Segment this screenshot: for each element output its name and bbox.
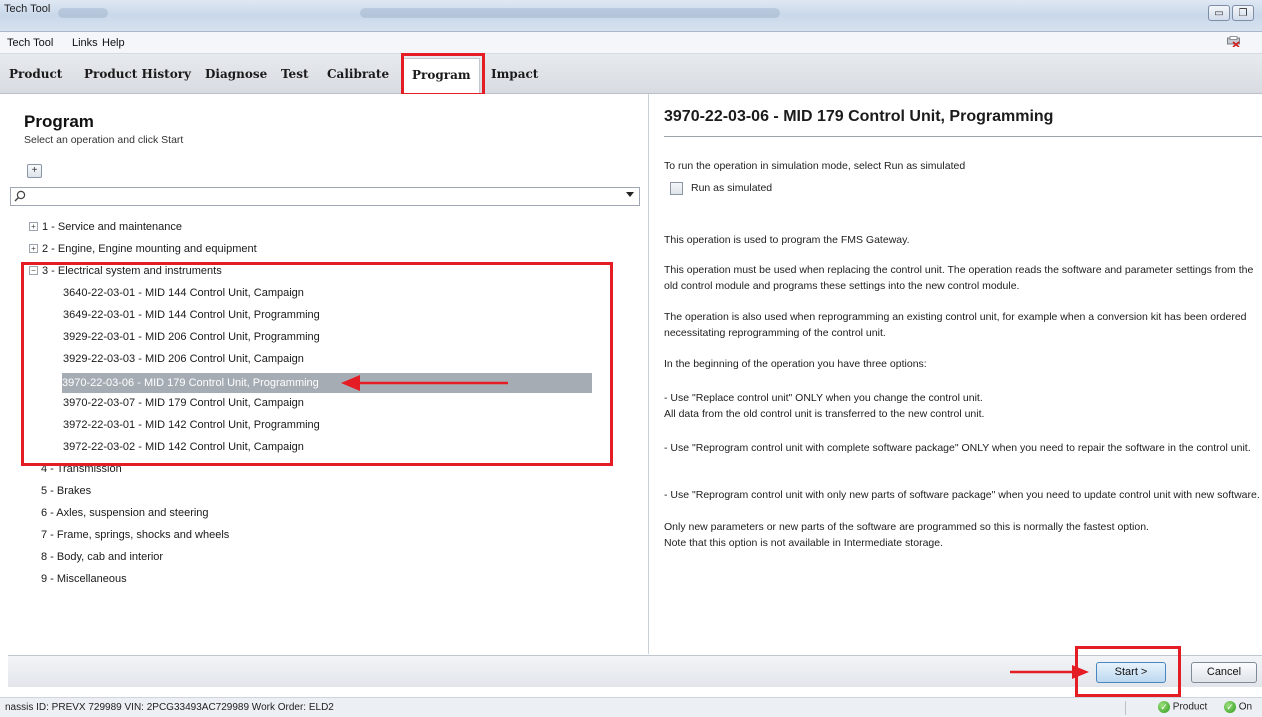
- status-bar: nassis ID: PREVX 729989 VIN: 2PCG33493AC…: [0, 697, 1262, 717]
- chevron-down-icon[interactable]: [626, 192, 634, 197]
- operation-title: 3970-22-03-06 - MID 179 Control Unit, Pr…: [664, 108, 1054, 125]
- description-p2: This operation must be used when replaci…: [664, 264, 1254, 292]
- page-title: Program: [24, 112, 94, 131]
- tab-bar: Product Product History Diagnose Test Ca…: [0, 54, 1262, 94]
- check-icon: ✓: [1158, 701, 1170, 713]
- operation-details-pane: 3970-22-03-06 - MID 179 Control Unit, Pr…: [649, 94, 1262, 654]
- start-button[interactable]: Start >: [1096, 662, 1166, 683]
- restore-button[interactable]: ❐: [1232, 5, 1254, 21]
- tree-leaf-3970-22-03-07[interactable]: 3970-22-03-07 - MID 179 Control Unit, Ca…: [63, 394, 304, 412]
- tab-product[interactable]: Product: [9, 67, 62, 81]
- tree-node-3[interactable]: −3 - Electrical system and instruments: [29, 262, 222, 280]
- menu-help[interactable]: Help: [102, 37, 125, 49]
- tree-node-1[interactable]: +1 - Service and maintenance: [29, 218, 182, 236]
- menu-links[interactable]: Links: [72, 37, 98, 49]
- collapse-icon[interactable]: −: [29, 265, 38, 275]
- status-separator: [1125, 701, 1126, 715]
- product-status: ✓ Product: [1158, 701, 1207, 713]
- description-p7c: Note that this option is not available i…: [664, 537, 943, 549]
- arrow-left-icon: [341, 375, 508, 391]
- tree-leaf-3649-22-03-01[interactable]: 3649-22-03-01 - MID 144 Control Unit, Pr…: [63, 306, 320, 324]
- tree-node-8[interactable]: 8 - Body, cab and interior: [41, 548, 163, 566]
- blurred-title-area: [58, 8, 108, 18]
- description-p4: In the beginning of the operation you ha…: [664, 358, 927, 370]
- tree-node-9[interactable]: 9 - Miscellaneous: [41, 570, 127, 588]
- tree-node-5[interactable]: 5 - Brakes: [41, 482, 91, 500]
- check-icon: ✓: [1224, 701, 1236, 713]
- tab-product-history[interactable]: Product History: [84, 67, 191, 81]
- tree-node-4[interactable]: 4 - Transmission: [41, 460, 122, 478]
- search-input[interactable]: [10, 187, 640, 206]
- tab-diagnose[interactable]: Diagnose: [205, 67, 267, 81]
- disconnect-icon[interactable]: [1227, 36, 1240, 47]
- cancel-button[interactable]: Cancel: [1191, 662, 1257, 683]
- vehicle-info: nassis ID: PREVX 729989 VIN: 2PCG33493AC…: [5, 702, 334, 713]
- menu-bar: Tech Tool Links Help: [0, 32, 1262, 54]
- heading-rule: [664, 136, 1262, 137]
- expand-icon[interactable]: +: [29, 221, 38, 231]
- description-p6: - Use "Reprogram control unit with compl…: [664, 442, 1251, 454]
- title-bar: Tech Tool ▭ ❐: [0, 0, 1262, 32]
- search-icon: [14, 190, 26, 202]
- description-p1: This operation is used to program the FM…: [664, 234, 910, 246]
- tree-leaf-3929-22-03-01[interactable]: 3929-22-03-01 - MID 206 Control Unit, Pr…: [63, 328, 320, 346]
- description-p7b: Only new parameters or new parts of the …: [664, 521, 1149, 533]
- expand-icon[interactable]: +: [29, 243, 38, 253]
- tab-impact[interactable]: Impact: [491, 67, 538, 81]
- minimize-button[interactable]: ▭: [1208, 5, 1230, 21]
- description-p3: The operation is also used when reprogra…: [664, 311, 1247, 339]
- selected-tree-leaf-3970-22-03-06[interactable]: 3970-22-03-06 - MID 179 Control Unit, Pr…: [62, 373, 592, 393]
- description-p7a: - Use "Reprogram control unit with only …: [664, 489, 1260, 501]
- run-as-simulated-checkbox[interactable]: [670, 182, 683, 195]
- arrow-right-icon: [1010, 665, 1089, 679]
- simulation-instruction: To run the operation in simulation mode,…: [664, 160, 966, 172]
- tree-leaf-3640-22-03-01[interactable]: 3640-22-03-01 - MID 144 Control Unit, Ca…: [63, 284, 304, 302]
- description-p5a: - Use "Replace control unit" ONLY when y…: [664, 392, 983, 404]
- window-title: Tech Tool: [4, 3, 51, 15]
- expand-all-button[interactable]: +: [27, 164, 42, 178]
- tree-node-6[interactable]: 6 - Axles, suspension and steering: [41, 504, 209, 522]
- tree-node-7[interactable]: 7 - Frame, springs, shocks and wheels: [41, 526, 229, 544]
- online-status: ✓ On: [1224, 701, 1252, 713]
- tab-test[interactable]: Test: [281, 67, 309, 81]
- tree-leaf-3929-22-03-03[interactable]: 3929-22-03-03 - MID 206 Control Unit, Ca…: [63, 350, 304, 368]
- description-p5b: All data from the old control unit is tr…: [664, 408, 985, 420]
- blurred-title-area: [360, 8, 780, 18]
- run-as-simulated-label[interactable]: Run as simulated: [691, 180, 991, 196]
- tree-leaf-3972-22-03-01[interactable]: 3972-22-03-01 - MID 142 Control Unit, Pr…: [63, 416, 320, 434]
- menu-tech-tool[interactable]: Tech Tool: [7, 37, 53, 49]
- tab-program[interactable]: Program: [403, 58, 480, 94]
- page-subtitle: Select an operation and click Start: [24, 134, 184, 146]
- tab-calibrate[interactable]: Calibrate: [327, 67, 389, 81]
- tree-leaf-3972-22-03-02[interactable]: 3972-22-03-02 - MID 142 Control Unit, Ca…: [63, 438, 304, 456]
- tree-node-2[interactable]: +2 - Engine, Engine mounting and equipme…: [29, 240, 257, 258]
